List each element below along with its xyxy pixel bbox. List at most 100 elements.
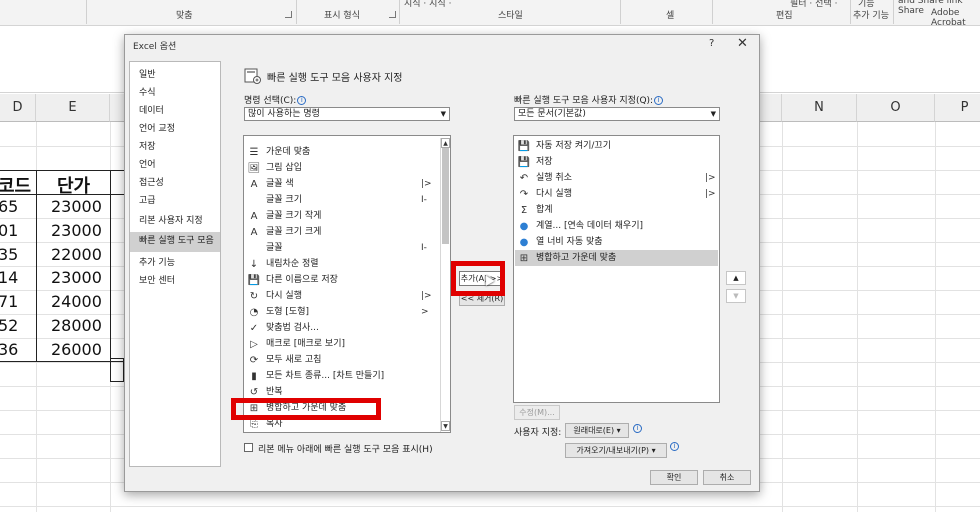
price-cell[interactable]: 23000 [51, 221, 102, 240]
column-header-d[interactable]: D [0, 94, 36, 122]
scroll-up-icon[interactable]: ▲ [441, 138, 450, 148]
list-item[interactable]: ⊞ 병합하고 가운데 맞춤 [245, 400, 437, 416]
command-icon: ↶ [519, 172, 529, 184]
cancel-button[interactable]: 취소 [703, 470, 751, 485]
nav-item-trust-center[interactable]: 보안 센터 [130, 272, 220, 292]
commands-scrollbar[interactable]: ▲ ▼ [440, 138, 450, 432]
list-item[interactable]: ⎘ 복사 [245, 416, 437, 432]
price-cell[interactable]: 26000 [51, 340, 102, 359]
list-item[interactable]: A 글꼴 크기 크게 [245, 224, 437, 240]
help-icon[interactable]: ? [709, 38, 714, 49]
command-icon: 💾 [517, 156, 531, 168]
list-item[interactable]: 글꼴 크기 I- [245, 192, 437, 208]
command-icon: ⎘ [250, 418, 258, 430]
commands-list[interactable]: ☰ 가운데 맞춤 🖼 그림 삽입 A 글꼴 색 |> 글꼴 크기 I- A 글꼴 크기 작게 A 글꼴 … [243, 135, 451, 433]
price-cell[interactable]: 23000 [51, 197, 102, 216]
header-cell-price[interactable]: 단가 [57, 172, 90, 198]
list-item-label: 다시 실행 [266, 290, 302, 301]
info-icon[interactable]: i [297, 96, 307, 105]
nav-item-quick-access-toolbar[interactable]: 빠른 실행 도구 모음 [130, 232, 220, 252]
column-header-m[interactable] [760, 94, 782, 122]
customize-toolbar-select[interactable]: 모든 문서(기본값) ▼ [514, 107, 720, 121]
nav-item-addins[interactable]: 추가 기능 [130, 254, 220, 274]
ribbon-group-alignment: 맞춤 [176, 11, 193, 21]
command-icon: ↓ [249, 258, 259, 270]
list-item[interactable]: ↷ 다시 실행 |> [515, 186, 718, 202]
info-icon[interactable]: i [633, 424, 642, 433]
command-icon: ✓ [249, 322, 259, 334]
close-icon[interactable]: ✕ [737, 36, 748, 51]
number-launcher-icon[interactable] [389, 11, 396, 18]
info-icon[interactable]: i [670, 442, 679, 451]
list-item[interactable]: 💾 저장 [515, 154, 718, 170]
nav-item-data[interactable]: 데이터 [130, 102, 220, 122]
code-cell[interactable]: 01 [0, 221, 18, 240]
move-down-button[interactable]: ▼ [726, 289, 746, 303]
list-item[interactable]: ☰ 가운데 맞춤 [245, 144, 437, 160]
list-item[interactable]: ▮ 모든 차트 종류... [차트 만들기] [245, 368, 437, 384]
list-item[interactable]: ● 열 너비 자동 맞춤 [515, 234, 718, 250]
list-item[interactable]: ↶ 실행 취소 |> [515, 170, 718, 186]
list-item[interactable]: 💾 자동 저장 켜기/끄기 [515, 138, 718, 154]
code-cell[interactable]: 35 [0, 245, 18, 264]
list-item[interactable]: ⟳ 모두 새로 고침 [245, 352, 437, 368]
list-item[interactable]: ↺ 반복 [245, 384, 437, 400]
scroll-thumb[interactable] [442, 148, 449, 244]
code-cell[interactable]: 14 [0, 268, 18, 287]
list-item[interactable]: ▷ 매크로 [매크로 보기] [245, 336, 437, 352]
remove-button[interactable]: << 제거(R) [459, 291, 505, 306]
toolbar-commands-list[interactable]: 💾 자동 저장 켜기/끄기 💾 저장 ↶ 실행 취소 |> ↷ 다시 실행 |> Σ 합계 ● 계열...… [513, 135, 720, 403]
nav-item-save[interactable]: 저장 [130, 138, 220, 158]
list-item[interactable]: A 글꼴 크기 작게 [245, 208, 437, 224]
move-up-button[interactable]: ▲ [726, 271, 746, 285]
code-cell[interactable]: 36 [0, 340, 18, 359]
modify-button[interactable]: 수정(M)... [514, 405, 560, 420]
price-cell[interactable]: 22000 [51, 245, 102, 264]
ribbon-group-styles: 스타일 [498, 11, 523, 21]
choose-commands-select[interactable]: 많이 사용하는 명령 ▼ [244, 107, 450, 121]
column-header-n[interactable]: N [782, 94, 857, 122]
column-header-e[interactable]: E [36, 94, 110, 122]
list-item-label: 글꼴 크기 작게 [266, 210, 322, 221]
price-cell[interactable]: 23000 [51, 268, 102, 287]
list-item[interactable]: ↓ 내림차순 정렬 [245, 256, 437, 272]
list-item[interactable]: 🖼 그림 삽입 [245, 160, 437, 176]
price-cell[interactable]: 24000 [51, 292, 102, 311]
nav-item-general[interactable]: 일반 [130, 66, 220, 86]
nav-item-language[interactable]: 언어 [130, 156, 220, 176]
list-item[interactable]: 글꼴 I- [245, 240, 437, 256]
column-header-p[interactable]: P [935, 94, 980, 122]
nav-item-formulas[interactable]: 수식 [130, 84, 220, 104]
list-item[interactable]: ✓ 맞춤법 검사... [245, 320, 437, 336]
code-cell[interactable]: 65 [0, 197, 18, 216]
list-item-label: 그림 삽입 [266, 162, 302, 173]
command-icon: 💾 [517, 140, 531, 152]
list-item[interactable]: ↻ 다시 실행 |> [245, 288, 437, 304]
nav-item-advanced[interactable]: 고급 [130, 192, 220, 212]
alignment-launcher-icon[interactable] [285, 11, 292, 18]
column-header-o[interactable]: O [857, 94, 935, 122]
price-cell[interactable]: 28000 [51, 316, 102, 335]
reset-button[interactable]: 원래대로(E) ▾ [565, 423, 629, 438]
code-cell[interactable]: 52 [0, 316, 18, 335]
show-below-ribbon-checkbox[interactable] [244, 443, 253, 452]
ribbon-group-acrobat: Adobe Acrobat [931, 8, 966, 28]
list-item[interactable]: 💾 다른 이름으로 저장 [245, 272, 437, 288]
list-item[interactable]: Σ 합계 [515, 202, 718, 218]
scroll-down-icon[interactable]: ▼ [441, 421, 450, 431]
header-cell-code[interactable]: 코드 [0, 172, 31, 198]
list-item[interactable]: ● 계열... [연속 데이터 채우기] [515, 218, 718, 234]
nav-item-customize-ribbon[interactable]: 리본 사용자 지정 [130, 212, 220, 232]
list-item-label: 글꼴 색 [266, 178, 294, 189]
command-icon: ↷ [519, 188, 529, 200]
list-item[interactable]: ◔ 도형 [도형] > [245, 304, 437, 320]
ok-button[interactable]: 확인 [650, 470, 698, 485]
code-cell[interactable]: 71 [0, 292, 18, 311]
nav-item-proofing[interactable]: 언어 교정 [130, 120, 220, 140]
list-item[interactable]: ⊞ 병합하고 가운데 맞춤 [515, 250, 718, 266]
info-icon[interactable]: i [654, 96, 664, 105]
import-export-button[interactable]: 가져오기/내보내기(P) ▾ [565, 443, 667, 458]
nav-item-accessibility[interactable]: 접근성 [130, 174, 220, 194]
list-item-label: 열 너비 자동 맞춤 [536, 236, 603, 247]
list-item[interactable]: A 글꼴 색 |> [245, 176, 437, 192]
